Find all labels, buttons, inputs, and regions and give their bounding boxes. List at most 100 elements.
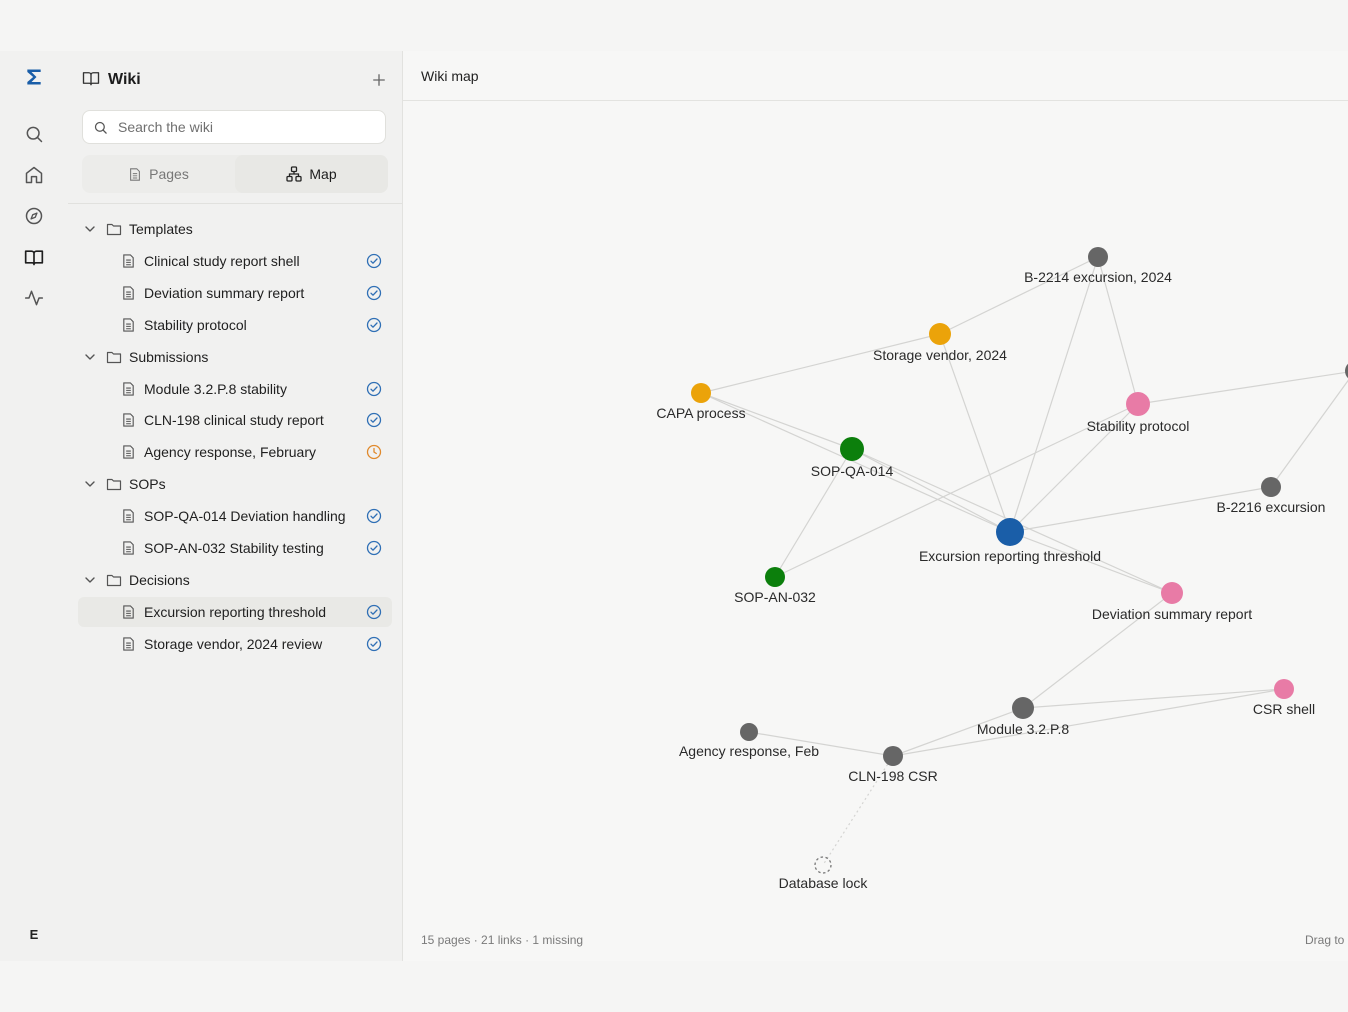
folder-submissions[interactable]: Submissions bbox=[78, 342, 392, 372]
pending-clock-icon bbox=[366, 444, 382, 460]
tree-page-item[interactable]: Agency response, February bbox=[78, 437, 392, 467]
page-icon bbox=[123, 637, 134, 651]
page-label: Clinical study report shell bbox=[144, 253, 300, 269]
view-toggle: Pages Map bbox=[82, 155, 388, 193]
approved-check-icon bbox=[366, 381, 382, 397]
tree-page-item[interactable]: Module 3.2.P.8 stability bbox=[78, 374, 392, 404]
folder-sops[interactable]: SOPs bbox=[78, 469, 392, 499]
page-icon bbox=[123, 541, 134, 555]
approved-check-icon bbox=[366, 604, 382, 620]
node-dot[interactable] bbox=[740, 723, 758, 741]
folder-icon bbox=[106, 478, 122, 491]
tree-page-item[interactable]: Stability protocol bbox=[78, 310, 392, 340]
page-label: Stability protocol bbox=[144, 317, 247, 333]
page-label: Excursion reporting threshold bbox=[144, 604, 327, 620]
chevron-down-icon[interactable] bbox=[84, 478, 96, 490]
node-dot[interactable] bbox=[1161, 582, 1183, 604]
page-label: SOP-QA-014 Deviation handling bbox=[144, 508, 346, 524]
sidebar-header: Wiki bbox=[82, 69, 141, 91]
graph-node-sopqa[interactable]: SOP-QA-014 bbox=[811, 437, 894, 479]
graph-node-cln[interactable]: CLN-198 CSR bbox=[848, 746, 938, 784]
graph-node-excursion[interactable]: Excursion reporting threshold bbox=[919, 518, 1101, 564]
node-dot[interactable] bbox=[840, 437, 864, 461]
book-icon[interactable] bbox=[22, 245, 46, 269]
graph-node-dblock[interactable]: Database lock bbox=[779, 856, 869, 891]
book-icon bbox=[82, 69, 100, 92]
add-page-button[interactable] bbox=[370, 71, 388, 89]
node-dot[interactable] bbox=[929, 323, 951, 345]
tree-page-item[interactable]: SOP-QA-014 Deviation handling bbox=[78, 501, 392, 531]
approved-check-icon bbox=[366, 253, 382, 269]
avatar[interactable]: E bbox=[22, 922, 46, 946]
tab-pages[interactable]: Pages bbox=[82, 155, 235, 193]
home-icon[interactable] bbox=[22, 163, 46, 187]
activity-icon[interactable] bbox=[22, 286, 46, 310]
page-label: SOP-AN-032 Stability testing bbox=[144, 540, 324, 556]
graph-node-csr[interactable]: CSR shell bbox=[1253, 679, 1315, 717]
node-label: B-2216 excursion bbox=[1217, 499, 1326, 515]
search-input[interactable] bbox=[116, 118, 380, 136]
node-dot[interactable] bbox=[996, 518, 1024, 546]
graph-link bbox=[892, 688, 1285, 757]
graph-node-sopan[interactable]: SOP-AN-032 bbox=[734, 567, 816, 605]
node-label: CSR shell bbox=[1253, 701, 1315, 717]
folder-icon bbox=[106, 223, 122, 236]
node-label: Storage vendor, 2024 bbox=[873, 347, 1007, 363]
node-dot[interactable] bbox=[765, 567, 785, 587]
compass-icon[interactable] bbox=[22, 204, 46, 228]
tab-map[interactable]: Map bbox=[235, 155, 388, 193]
wiki-sidebar: Wiki Pages Map Templates Clinical study r… bbox=[68, 51, 403, 961]
chevron-down-icon[interactable] bbox=[84, 351, 96, 363]
folder-templates[interactable]: Templates bbox=[78, 214, 392, 244]
wiki-map-graph[interactable]: B-2214 excursion, 2024 Storage vendor, 20… bbox=[403, 101, 1348, 921]
search-icon[interactable] bbox=[22, 122, 46, 146]
page-label: Agency response, February bbox=[144, 444, 316, 460]
graph-link bbox=[1270, 379, 1348, 488]
page-icon bbox=[123, 382, 134, 396]
tree-page-item[interactable]: CLN-198 clinical study report bbox=[78, 405, 392, 435]
icon-rail: E bbox=[0, 51, 68, 961]
folder-decisions[interactable]: Decisions bbox=[78, 565, 392, 595]
search-box[interactable] bbox=[82, 110, 386, 144]
approved-check-icon bbox=[366, 412, 382, 428]
node-label: Database lock bbox=[779, 875, 869, 891]
graph-node-b2216[interactable]: B-2216 excursion bbox=[1217, 477, 1326, 515]
node-dot[interactable] bbox=[1012, 697, 1034, 719]
node-label: CLN-198 CSR bbox=[848, 768, 937, 784]
graph-node-module[interactable]: Module 3.2.P.8 bbox=[977, 697, 1070, 737]
graph-node-agency[interactable]: Agency response, Feb bbox=[679, 723, 819, 759]
graph-node-b2214[interactable]: B-2214 excursion, 2024 bbox=[1024, 247, 1172, 285]
page-icon bbox=[130, 167, 141, 181]
folder-icon bbox=[106, 574, 122, 587]
tree-page-item[interactable]: Deviation summary report bbox=[78, 278, 392, 308]
app-window: E Wiki Pages Map Template bbox=[0, 51, 1348, 961]
graph-node-capa[interactable]: CAPA process bbox=[656, 383, 746, 421]
tree-page-item[interactable]: SOP-AN-032 Stability testing bbox=[78, 533, 392, 563]
node-dot[interactable] bbox=[1274, 679, 1294, 699]
chevron-down-icon[interactable] bbox=[84, 574, 96, 586]
tree-page-item[interactable]: Storage vendor, 2024 review bbox=[78, 629, 392, 659]
page-icon bbox=[123, 318, 134, 332]
node-dot[interactable] bbox=[1261, 477, 1281, 497]
logo-icon[interactable] bbox=[22, 65, 46, 89]
folder-label: Submissions bbox=[129, 349, 209, 365]
node-label: Excursion reporting threshold bbox=[919, 548, 1101, 564]
node-dot[interactable] bbox=[1088, 247, 1108, 267]
graph-link bbox=[700, 333, 941, 394]
node-label: SOP-AN-032 bbox=[734, 589, 816, 605]
graph-canvas[interactable]: B-2214 excursion, 2024 Storage vendor, 20… bbox=[403, 101, 1348, 921]
tree-page-item[interactable]: Clinical study report shell bbox=[78, 246, 392, 276]
graph-link bbox=[939, 333, 1011, 533]
node-dot[interactable] bbox=[883, 746, 903, 766]
network-icon bbox=[286, 166, 303, 182]
node-dot[interactable] bbox=[1126, 392, 1150, 416]
map-stats: 15 pages · 21 links · 1 missing bbox=[421, 933, 584, 947]
tree-page-item[interactable]: Excursion reporting threshold bbox=[78, 597, 392, 627]
folder-label: Templates bbox=[129, 221, 193, 237]
node-dot[interactable] bbox=[691, 383, 711, 403]
graph-node-storage[interactable]: Storage vendor, 2024 bbox=[873, 323, 1007, 363]
approved-check-icon bbox=[366, 540, 382, 556]
chevron-down-icon[interactable] bbox=[84, 223, 96, 235]
main-panel: Wiki map B-2214 excursion, 2024 Storage v… bbox=[403, 51, 1348, 961]
graph-node-deviation[interactable]: Deviation summary report bbox=[1092, 582, 1252, 622]
